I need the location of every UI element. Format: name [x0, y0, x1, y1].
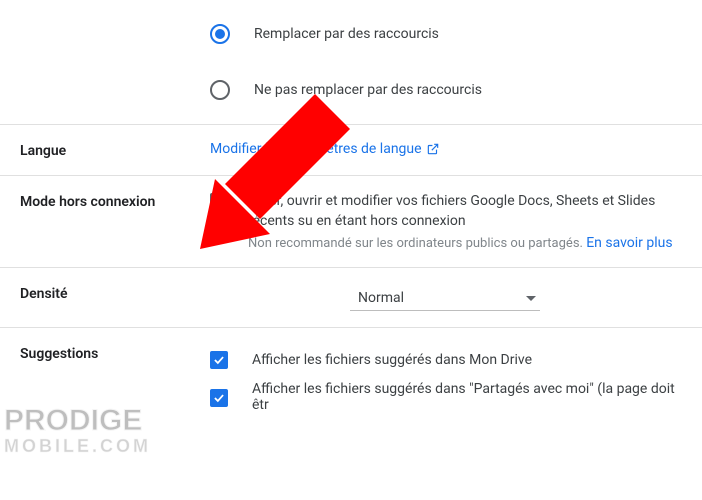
chevron-down-icon [526, 296, 536, 301]
radio-label: Remplacer par des raccourcis [254, 26, 439, 42]
watermark-line2: MOBILE.COM [4, 436, 151, 457]
radio-replace-shortcuts[interactable]: Remplacer par des raccourcis [210, 10, 702, 58]
radio-unselected-icon [210, 80, 230, 100]
label-suggestions: Suggestions [20, 344, 210, 362]
radio-dont-replace-shortcuts[interactable]: Ne pas remplacer par des raccourcis [210, 66, 702, 114]
suggestion-mydrive-row[interactable]: Afficher les fichiers suggérés dans Mon … [210, 344, 682, 375]
checkbox-checked-icon [210, 389, 228, 407]
suggestion-label: Afficher les fichiers suggérés dans "Par… [252, 381, 682, 413]
offline-description: Créer, ouvrir et modifier vos fichiers G… [248, 192, 682, 231]
offline-learn-more-link[interactable]: En savoir plus [586, 235, 672, 251]
density-value: Normal [358, 290, 404, 306]
offline-subtext: Non recommandé sur les ordinateurs publi… [248, 235, 682, 251]
checkbox-checked-icon [210, 351, 228, 369]
external-link-icon [426, 142, 440, 156]
label-language: Langue [20, 141, 210, 159]
section-language: Langue Modifier les paramètres de langue [0, 125, 702, 176]
suggestion-shared-row[interactable]: Afficher les fichiers suggérés dans "Par… [210, 375, 682, 419]
radio-selected-icon [210, 24, 230, 44]
label-offline: Mode hors connexion [20, 192, 210, 210]
section-suggestions: Suggestions Afficher les fichiers suggér… [0, 328, 702, 435]
radio-label: Ne pas remplacer par des raccourcis [254, 82, 482, 98]
link-text: Modifier les paramètres de langue [210, 141, 422, 157]
shortcut-radio-group: Remplacer par des raccourcis Ne pas remp… [0, 0, 702, 125]
language-settings-link[interactable]: Modifier les paramètres de langue [210, 141, 440, 157]
suggestion-label: Afficher les fichiers suggérés dans Mon … [252, 352, 532, 368]
density-dropdown[interactable]: Normal [350, 284, 540, 311]
section-density: Densité Normal [0, 268, 702, 328]
offline-checkbox[interactable] [210, 193, 228, 211]
section-offline: Mode hors connexion Créer, ouvrir et mod… [0, 176, 702, 268]
label-density: Densité [20, 284, 210, 302]
